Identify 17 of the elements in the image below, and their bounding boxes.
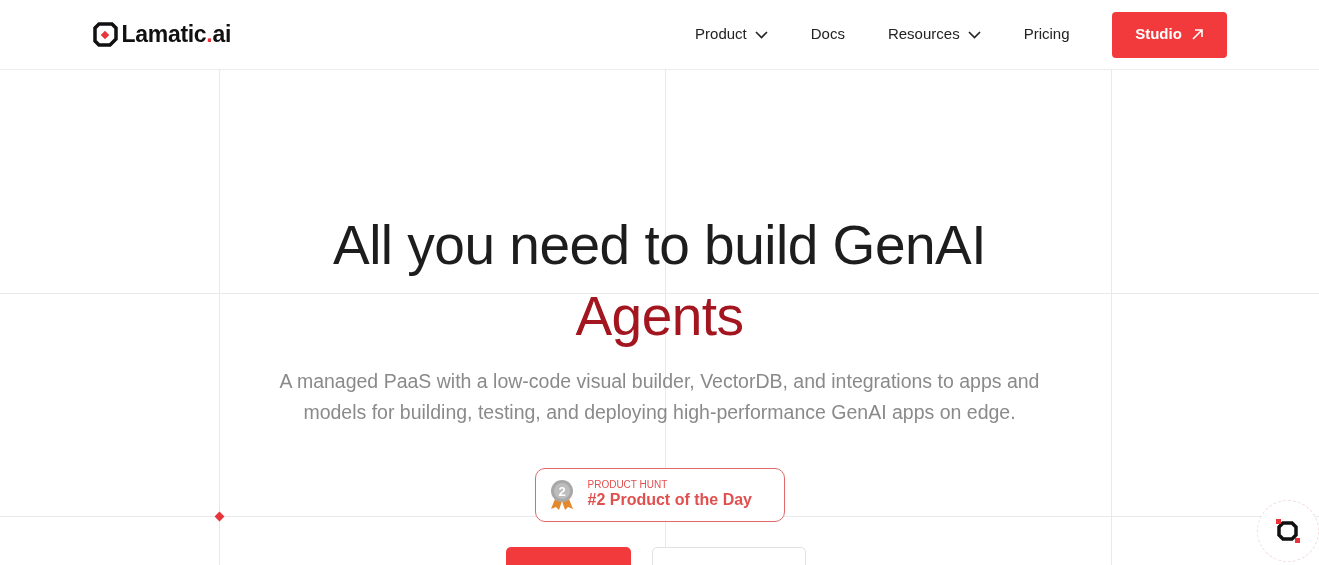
- award-label: PRODUCT HUNT: [587, 480, 669, 491]
- logo[interactable]: Lamatic.ai: [92, 17, 231, 52]
- logo-icon: [1274, 517, 1302, 545]
- chevron-down-icon: [754, 30, 768, 39]
- award-badge[interactable]: 2 PRODUCT HUNT #2 Product of the Day: [534, 468, 785, 522]
- nav-link[interactable]: Docs: [810, 23, 845, 46]
- studio-button[interactable]: Studio: [1111, 11, 1227, 58]
- hero-title-accent: Agents: [574, 284, 745, 349]
- nav-link[interactable]: Resources: [887, 23, 981, 46]
- arrow-up-right-icon: [1191, 29, 1203, 40]
- nav-link[interactable]: Pricing: [1023, 23, 1070, 46]
- chevron-down-icon: [967, 30, 981, 39]
- hero-title: All you need to build GenAI: [331, 213, 988, 278]
- award-title: #2 Product of the Day: [587, 490, 752, 510]
- nav-link[interactable]: Product: [695, 23, 768, 46]
- logo-icon: [92, 22, 118, 47]
- hero-subtitle: A managed PaaS with a low-code visual builder, VectorDB, and integrations to apps and models for building, testing, and deploying high-performance GenAI apps on edge.: [278, 369, 1041, 425]
